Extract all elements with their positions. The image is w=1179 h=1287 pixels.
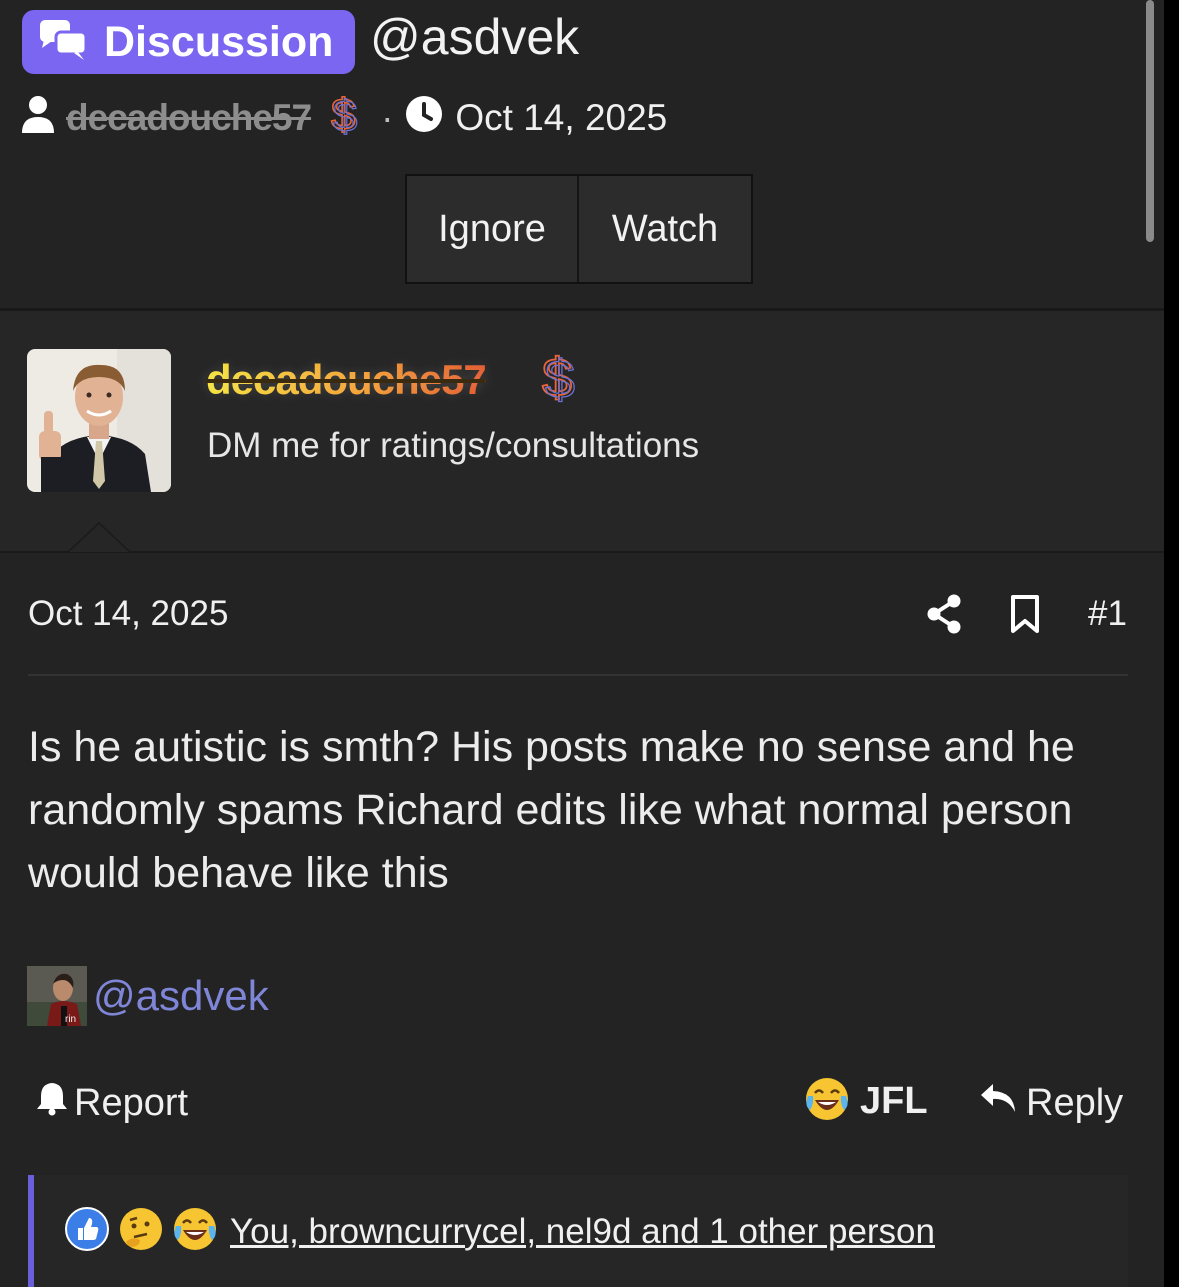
dollar-icon: $ $ bbox=[329, 89, 363, 146]
post-date[interactable]: Oct 14, 2025 bbox=[28, 594, 228, 634]
jfl-label: JFL bbox=[860, 1080, 928, 1122]
dollar-icon: $ $ bbox=[540, 347, 582, 411]
author-pointer-arrow-fill bbox=[69, 524, 129, 552]
divider bbox=[0, 551, 1164, 553]
mention-link[interactable]: @asdvek bbox=[93, 972, 269, 1020]
report-button[interactable]: Report bbox=[36, 1080, 188, 1126]
thread-actions: Ignore Watch bbox=[405, 174, 753, 284]
report-label: Report bbox=[74, 1081, 189, 1124]
reply-button[interactable]: Reply bbox=[978, 1080, 1123, 1126]
scrollbar-track[interactable] bbox=[1164, 0, 1179, 1287]
bell-icon bbox=[36, 1080, 68, 1126]
reply-label: Reply bbox=[1026, 1081, 1124, 1124]
laughing-crying-emoji bbox=[804, 1076, 850, 1127]
mention-avatar[interactable]: rin bbox=[27, 966, 87, 1026]
discussion-prefix-label: Discussion bbox=[104, 17, 334, 66]
svg-text:$: $ bbox=[333, 92, 357, 137]
discussion-prefix-badge[interactable]: Discussion bbox=[22, 10, 355, 74]
scrollbar-thumb[interactable] bbox=[1146, 0, 1154, 242]
post-number-link[interactable]: #1 bbox=[1088, 594, 1127, 634]
thread-date[interactable]: Oct 14, 2025 bbox=[455, 97, 667, 139]
reactions-summary[interactable]: You, browncurrycel, nel9d and 1 other pe… bbox=[64, 1206, 935, 1257]
svg-text:$: $ bbox=[545, 350, 575, 406]
share-icon[interactable] bbox=[926, 594, 962, 639]
chat-bubbles-icon bbox=[38, 18, 90, 67]
reactions-users-link[interactable]: You, browncurrycel, nel9d and 1 other pe… bbox=[230, 1212, 935, 1252]
meta-separator: · bbox=[381, 97, 394, 138]
divider bbox=[28, 674, 1128, 676]
thread-meta: decadouche57 $ $ · Oct 14, 2025 bbox=[20, 89, 667, 146]
mention-block[interactable]: rin @asdvek bbox=[27, 966, 269, 1026]
ignore-button[interactable]: Ignore bbox=[407, 176, 579, 282]
post-author-name[interactable]: decadouche57 bbox=[206, 356, 487, 404]
svg-text:rin: rin bbox=[65, 1014, 76, 1025]
laughing-crying-emoji bbox=[172, 1206, 218, 1257]
post-body: Is he autistic is smth? His posts make n… bbox=[28, 723, 1075, 897]
clock-icon bbox=[405, 95, 443, 142]
post-author-title: DM me for ratings/consultations bbox=[207, 426, 700, 465]
avatar[interactable] bbox=[27, 349, 171, 492]
thinking-emoji bbox=[118, 1206, 164, 1257]
thread-starter-link[interactable]: decadouche57 bbox=[66, 97, 312, 139]
thread-title: @asdvek bbox=[370, 9, 580, 65]
bookmark-icon[interactable] bbox=[1010, 594, 1040, 639]
watch-button[interactable]: Watch bbox=[579, 176, 751, 282]
reply-arrow-icon bbox=[978, 1080, 1018, 1126]
like-emoji bbox=[64, 1206, 110, 1257]
jfl-reaction-button[interactable]: JFL bbox=[804, 1076, 928, 1127]
user-icon bbox=[20, 94, 56, 143]
